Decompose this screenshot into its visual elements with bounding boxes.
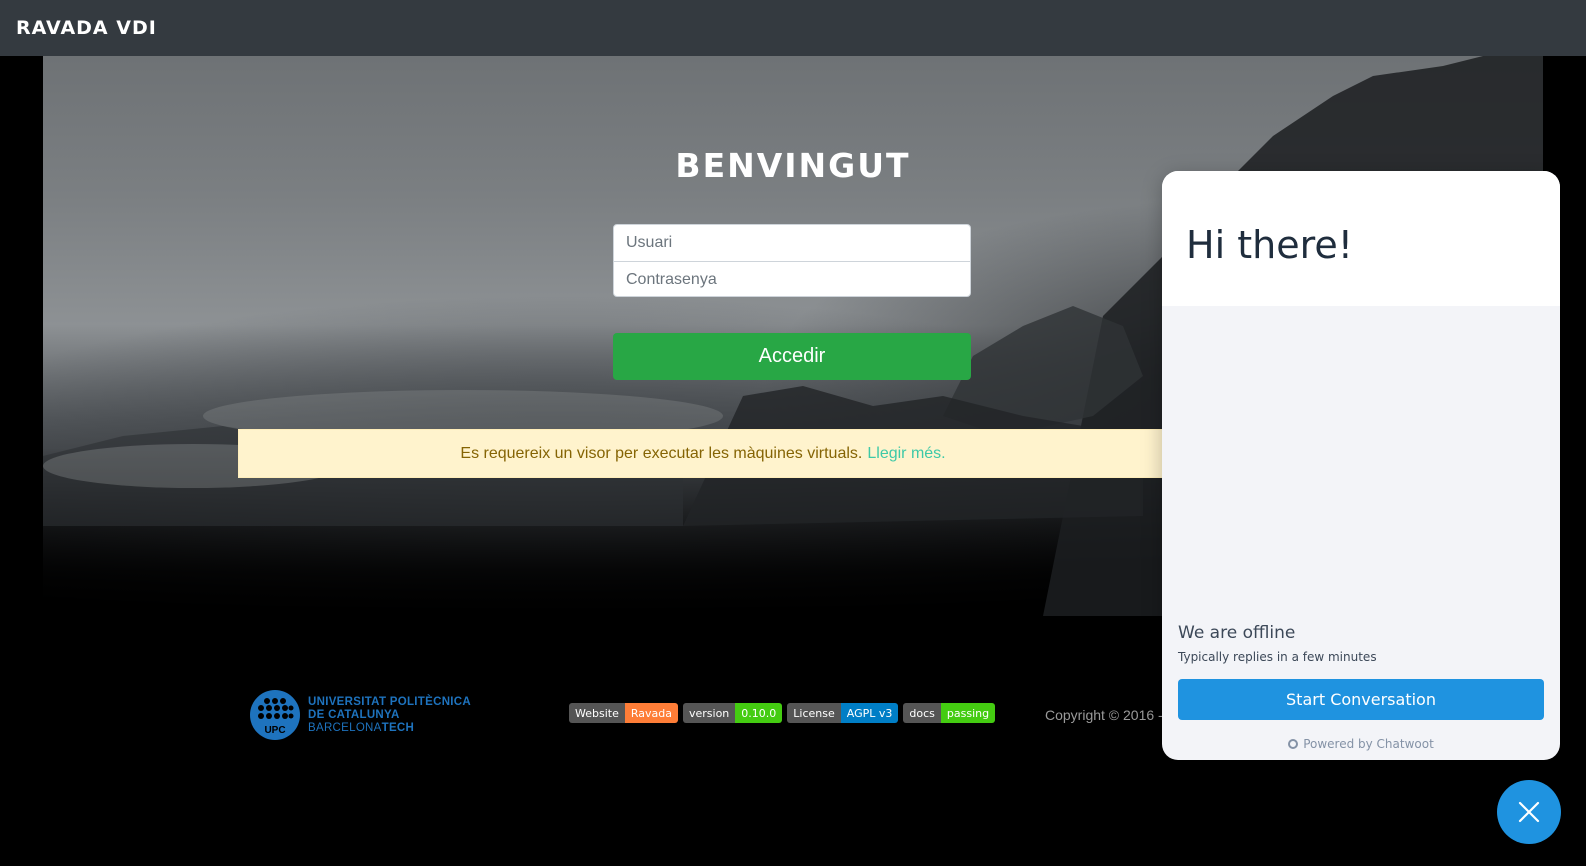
upc-wordmark: UNIVERSITAT POLITÈCNICA DE CATALUNYA BAR…: [308, 695, 472, 734]
brand-link[interactable]: RAVADA VDI: [16, 17, 157, 39]
chat-header: Hi there!: [1162, 171, 1560, 306]
alert-text: Es requereix un visor per executar les m…: [460, 444, 863, 462]
viewer-alert: Es requereix un visor per executar les m…: [238, 429, 1168, 478]
login-form: [613, 224, 971, 298]
login-button[interactable]: Accedir: [613, 333, 971, 380]
badge-license[interactable]: License AGPL v3: [787, 703, 899, 723]
username-input[interactable]: [614, 225, 970, 261]
password-input[interactable]: [614, 262, 970, 298]
upc-emblem-icon: UPC: [250, 690, 300, 740]
chatwoot-icon: [1288, 739, 1299, 749]
start-conversation-button[interactable]: Start Conversation: [1178, 679, 1544, 720]
svg-text:UPC: UPC: [264, 725, 285, 736]
chat-reply-time: Typically replies in a few minutes: [1178, 650, 1377, 664]
badge-version[interactable]: version 0.10.0: [682, 703, 783, 723]
badge-website[interactable]: Website Ravada: [569, 703, 678, 723]
chat-greeting: Hi there!: [1186, 223, 1353, 267]
badge-row: Website Ravada version 0.10.0 License AG…: [569, 703, 996, 723]
read-more-link[interactable]: Llegir més.: [867, 445, 945, 463]
close-icon: [1518, 801, 1540, 823]
chat-widget: Hi there! We are offline Typically repli…: [1162, 171, 1560, 760]
navbar: RAVADA VDI: [0, 0, 1586, 56]
copyright-text: Copyright © 2016 - 2: [1045, 707, 1175, 723]
chat-close-button[interactable]: [1497, 780, 1561, 844]
upc-logo[interactable]: UPC UNIVERSITAT POLITÈCNICA DE CATALUNYA…: [250, 690, 471, 740]
powered-by-link[interactable]: Powered by Chatwoot: [1162, 737, 1560, 751]
badge-docs[interactable]: docs passing: [903, 703, 996, 723]
chat-status: We are offline: [1178, 623, 1296, 643]
